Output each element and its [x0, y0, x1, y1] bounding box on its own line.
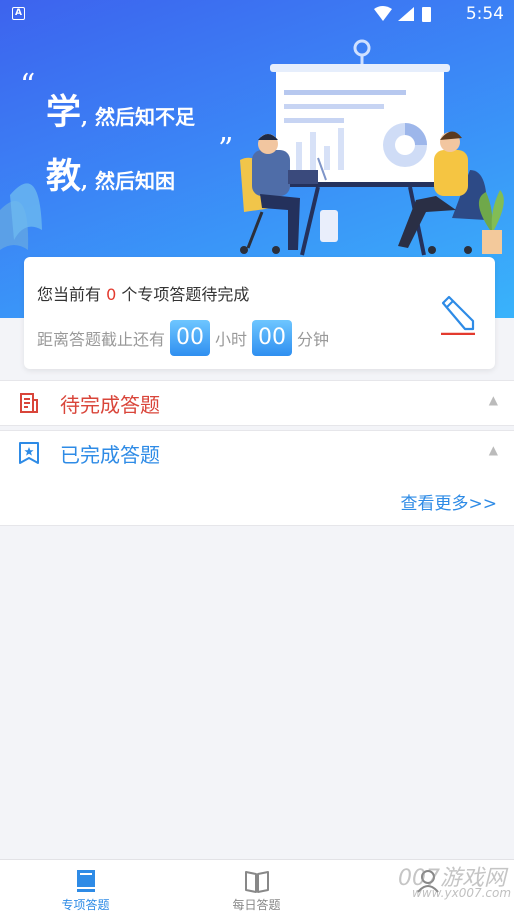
minutes-unit: 分钟 [297, 330, 330, 349]
pending-count: 0 [106, 285, 117, 304]
battery-icon [422, 7, 431, 22]
hours-box: 00 [170, 320, 211, 356]
completed-section-header[interactable]: 已完成答题 ▲ [0, 431, 514, 475]
minutes-box: 00 [252, 320, 293, 356]
deadline-prefix: 距离答题截止还有 [37, 330, 166, 349]
chevron-up-icon[interactable]: ▲ [489, 393, 498, 407]
app-notification-icon: A [12, 7, 25, 20]
chevron-up-icon[interactable]: ▲ [489, 443, 498, 457]
pending-section: 待完成答题 ▲ [0, 380, 514, 426]
pending-section-title: 待完成答题 [60, 393, 160, 417]
document-icon [20, 393, 38, 413]
book-icon [77, 870, 95, 892]
nav-item-special-quiz[interactable]: 专项答题 [0, 860, 171, 914]
status-icons [374, 6, 431, 22]
hours-unit: 小时 [215, 330, 248, 349]
completed-section: 已完成答题 ▲ 查看更多>> [0, 430, 514, 526]
view-more-link[interactable]: 查看更多>> [401, 489, 498, 514]
pending-suffix: 个专项答题待完成 [121, 285, 250, 304]
pending-prefix: 您当前有 [37, 285, 102, 304]
pending-section-header[interactable]: 待完成答题 ▲ [0, 381, 514, 425]
watermark-url: www.yx007.com [412, 886, 512, 900]
bookmark-star-icon [19, 442, 39, 464]
summary-card: 您当前有 0 个专项答题待完成 距离答题截止还有 00 小时 00 分钟 [24, 257, 495, 369]
status-bar: A 5:54 [0, 0, 514, 28]
status-time: 5:54 [465, 4, 504, 24]
wifi-icon [374, 6, 392, 21]
nav-label-daily-quiz: 每日答题 [232, 898, 281, 912]
deadline-countdown: 距离答题截止还有 00 小时 00 分钟 [37, 320, 329, 356]
nav-item-daily-quiz[interactable]: 每日答题 [171, 860, 342, 914]
open-book-icon [245, 871, 269, 893]
nav-label-special-quiz: 专项答题 [61, 898, 110, 912]
completed-section-title: 已完成答题 [60, 443, 160, 467]
signal-icon [398, 7, 414, 21]
pending-summary: 您当前有 0 个专项答题待完成 [37, 281, 249, 305]
pencil-icon[interactable] [439, 295, 477, 335]
